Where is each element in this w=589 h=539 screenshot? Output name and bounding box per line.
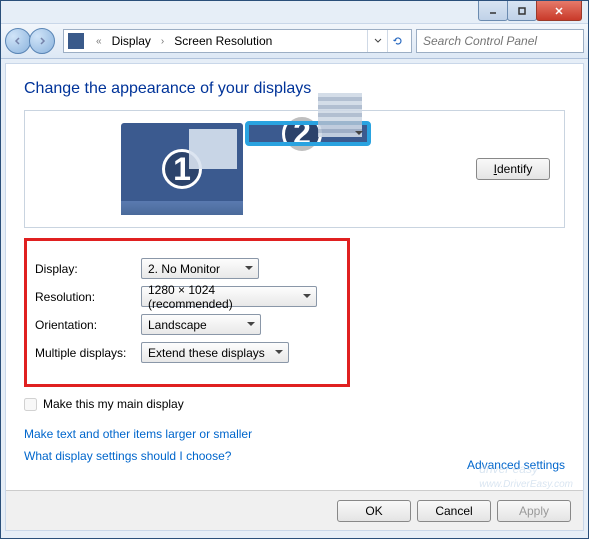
- search-input[interactable]: [423, 34, 580, 48]
- back-button[interactable]: [5, 28, 31, 54]
- advanced-settings-link[interactable]: Advanced settings: [467, 458, 565, 472]
- settings-highlight-box: Display: 2. No Monitor Resolution: 1280 …: [24, 238, 350, 387]
- text-size-link[interactable]: Make text and other items larger or smal…: [24, 427, 565, 441]
- multiple-displays-select[interactable]: Extend these displays: [141, 342, 289, 363]
- resolution-label: Resolution:: [35, 290, 141, 304]
- orientation-select[interactable]: Landscape: [141, 314, 261, 335]
- orientation-label: Orientation:: [35, 318, 141, 332]
- close-button[interactable]: [536, 1, 582, 21]
- window-controls: [479, 1, 582, 21]
- monitor-calendar-icon: [318, 93, 362, 137]
- monitor-preview-panel: 1 2 Identify: [24, 110, 565, 228]
- resolution-select[interactable]: 1280 × 1024 (recommended): [141, 286, 317, 307]
- cancel-button[interactable]: Cancel: [417, 500, 491, 522]
- monitor-1[interactable]: 1: [121, 123, 243, 215]
- address-bar[interactable]: « Display › Screen Resolution: [63, 29, 412, 53]
- window-frame: « Display › Screen Resolution Change the…: [0, 0, 589, 539]
- main-display-label: Make this my main display: [43, 397, 184, 411]
- address-dropdown[interactable]: [367, 30, 387, 52]
- maximize-button[interactable]: [507, 1, 537, 21]
- monitor-number: 2: [282, 114, 322, 154]
- control-panel-icon: [68, 33, 84, 49]
- refresh-button[interactable]: [387, 30, 407, 52]
- page-heading: Change the appearance of your displays: [24, 80, 565, 98]
- button-bar: OK Cancel Apply: [6, 490, 583, 530]
- breadcrumb-root-chevron[interactable]: «: [96, 36, 102, 47]
- display-label: Display:: [35, 262, 141, 276]
- chevron-right-icon: ›: [161, 36, 164, 47]
- content-area: Change the appearance of your displays 1…: [5, 63, 584, 531]
- ok-button[interactable]: OK: [337, 500, 411, 522]
- display-select[interactable]: 2. No Monitor: [141, 258, 259, 279]
- minimize-button[interactable]: [478, 1, 508, 21]
- multiple-displays-label: Multiple displays:: [35, 346, 141, 360]
- breadcrumb-screen-resolution[interactable]: Screen Resolution: [170, 32, 276, 50]
- identify-button[interactable]: Identify: [476, 158, 550, 180]
- main-display-checkbox: [24, 398, 37, 411]
- monitor-window-icon: [189, 129, 237, 169]
- search-box[interactable]: [416, 29, 584, 53]
- forward-button[interactable]: [29, 28, 55, 54]
- apply-button[interactable]: Apply: [497, 500, 571, 522]
- breadcrumb-display[interactable]: Display: [108, 32, 155, 50]
- monitor-2[interactable]: 2: [247, 123, 369, 144]
- nav-bar: « Display › Screen Resolution: [1, 23, 588, 59]
